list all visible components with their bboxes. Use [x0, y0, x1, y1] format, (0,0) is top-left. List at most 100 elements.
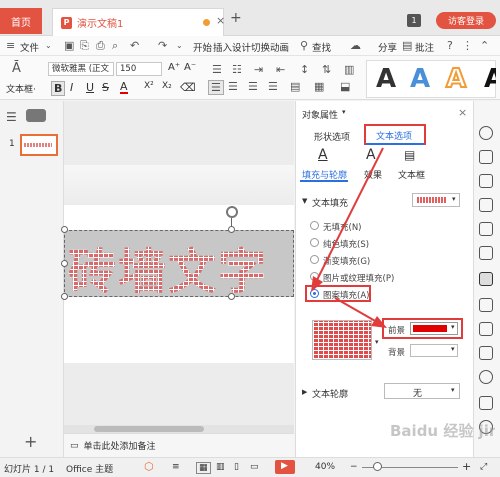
textbox-label[interactable]: 文本框· [6, 82, 36, 95]
pen-icon[interactable] [479, 222, 493, 236]
template-icon[interactable] [479, 346, 493, 360]
settings-icon[interactable] [479, 396, 493, 410]
share-icon[interactable] [479, 322, 493, 336]
zoom-slider-thumb[interactable] [373, 462, 382, 471]
add-slide-button[interactable]: + [24, 432, 37, 451]
close-tab-icon[interactable]: × [216, 14, 225, 27]
notes-bar[interactable]: ▭ 单击此处添加备注 [64, 433, 294, 457]
cloud-icon[interactable]: ☁ [350, 39, 361, 52]
grow-font-button[interactable]: A⁺ [168, 62, 180, 73]
shrink-font-button[interactable]: A⁻ [184, 62, 196, 73]
normal-view-icon[interactable]: ▦ [196, 462, 211, 474]
table-icon[interactable] [479, 174, 493, 188]
zoom-out-button[interactable]: − [350, 462, 358, 472]
resize-handle[interactable] [61, 293, 68, 300]
style-orange-a[interactable]: A [445, 63, 467, 95]
save-icon[interactable]: ▣ [64, 39, 74, 52]
outline-icon[interactable]: ▭ [250, 462, 259, 472]
help-icon[interactable]: ? [447, 39, 453, 52]
comment-button[interactable]: 批注 [415, 40, 434, 54]
menu-search[interactable]: 查找 [312, 40, 331, 54]
copy-icon[interactable] [479, 150, 493, 164]
collapse-icon[interactable]: ⌃ [480, 39, 489, 52]
font-family-select[interactable]: 微软雅黑 (正文 [48, 62, 114, 76]
scrollbar-thumb[interactable] [94, 426, 204, 432]
share-button[interactable]: 分享 [378, 40, 397, 54]
hamburger-icon[interactable]: ≡ [6, 39, 15, 52]
slides-view-icon[interactable] [26, 109, 46, 122]
undo-icon[interactable]: ↶ [130, 39, 139, 52]
export-icon[interactable]: ⎘ [80, 39, 89, 53]
indent-icon[interactable]: ⇥ [254, 63, 263, 76]
chevron-down-icon[interactable]: ⌄ [176, 41, 183, 50]
superscript-button[interactable]: X² [144, 81, 154, 91]
font-color-button[interactable]: A [120, 81, 128, 94]
strikethrough-button[interactable]: S [102, 81, 109, 94]
justify-icon[interactable]: ☰ [268, 80, 278, 93]
chevron-down-icon[interactable]: ▾ [342, 108, 346, 116]
play-button[interactable]: ▶ [275, 460, 295, 474]
login-button[interactable]: 访客登录 [436, 12, 496, 29]
preview-icon[interactable]: ⌕ [112, 39, 118, 53]
redo-icon[interactable]: ↷ [158, 39, 167, 52]
menu-home[interactable]: 开始 [193, 40, 212, 54]
numbering-icon[interactable]: ☷ [232, 63, 242, 76]
outline-view-icon[interactable]: ☰ [6, 110, 17, 124]
line-spacing-icon[interactable]: ↕ [300, 63, 309, 76]
outdent-icon[interactable]: ⇤ [276, 63, 285, 76]
expand-icon[interactable]: ▶ [302, 388, 307, 396]
print-icon[interactable]: ⎙ [96, 39, 105, 53]
align-center-icon[interactable]: ☰ [228, 80, 238, 93]
underline-button[interactable]: U [86, 81, 94, 94]
window-count-badge[interactable]: 1 [407, 14, 421, 27]
outline-dropdown[interactable]: 无 ▾ [384, 383, 460, 399]
zoom-in-button[interactable]: + [462, 460, 471, 473]
comment-icon[interactable]: ▤ [402, 39, 412, 52]
smartart-icon[interactable]: ⬓ [340, 80, 350, 93]
notes-toggle-icon[interactable]: ≡ [172, 462, 180, 472]
shapes-icon[interactable] [479, 126, 493, 140]
reading-view-icon[interactable]: ▯ [234, 462, 239, 472]
more-icon[interactable]: ⋮ [462, 39, 473, 52]
animation-icon[interactable] [479, 198, 493, 212]
align-left-icon[interactable]: ☰ [208, 80, 224, 95]
chevron-down-icon[interactable]: ⌄ [45, 41, 52, 50]
rotate-handle[interactable] [226, 206, 238, 218]
clear-format-button[interactable]: ⌫ [180, 81, 196, 94]
tab-home[interactable]: 首页 [0, 8, 42, 34]
style-more-a[interactable]: A [484, 64, 496, 94]
close-panel-icon[interactable]: × [458, 106, 467, 119]
style-blue-a[interactable]: A [410, 64, 430, 94]
notes-placeholder[interactable]: 单击此处添加备注 [84, 439, 156, 452]
beautify-icon[interactable]: ⬡ [144, 460, 154, 473]
new-tab-button[interactable]: + [230, 10, 242, 26]
image-icon[interactable] [479, 298, 493, 312]
fit-window-icon[interactable]: ⤢ [480, 462, 487, 472]
textbox-icon[interactable]: Ā [12, 61, 21, 76]
sorter-view-icon[interactable]: ▥ [216, 462, 225, 472]
distribute-icon[interactable]: ▤ [290, 80, 300, 93]
columns-icon[interactable]: ▥ [344, 63, 354, 76]
tab-document[interactable]: P 演示文稿1 × [52, 8, 225, 36]
align-text-icon[interactable]: ▦ [314, 80, 324, 93]
help-icon[interactable] [479, 370, 493, 384]
align-right-icon[interactable]: ☰ [248, 80, 258, 93]
resize-handle[interactable] [61, 260, 68, 267]
menu-file[interactable]: 文件 [20, 40, 39, 54]
menu-design[interactable]: 设计 [232, 40, 251, 54]
bullets-icon[interactable]: ☰ [212, 63, 222, 76]
theme-name[interactable]: Office 主题 [66, 462, 113, 475]
subscript-button[interactable]: X₂ [162, 81, 172, 91]
properties-icon[interactable] [479, 272, 493, 286]
search-icon[interactable]: ⚲ [300, 39, 308, 52]
menu-transition[interactable]: 切换 [251, 40, 270, 54]
menu-animation[interactable]: 动画 [270, 40, 289, 54]
menu-insert[interactable]: 插入 [213, 40, 232, 54]
text-direction-icon[interactable]: ⇅ [322, 63, 331, 76]
background-color-picker[interactable]: ▾ [410, 344, 458, 357]
resize-handle[interactable] [61, 226, 68, 233]
zoom-level[interactable]: 40% [315, 462, 335, 472]
bold-button[interactable]: B [51, 81, 66, 96]
style-black-a[interactable]: A [376, 64, 396, 94]
italic-button[interactable]: I [70, 81, 73, 94]
